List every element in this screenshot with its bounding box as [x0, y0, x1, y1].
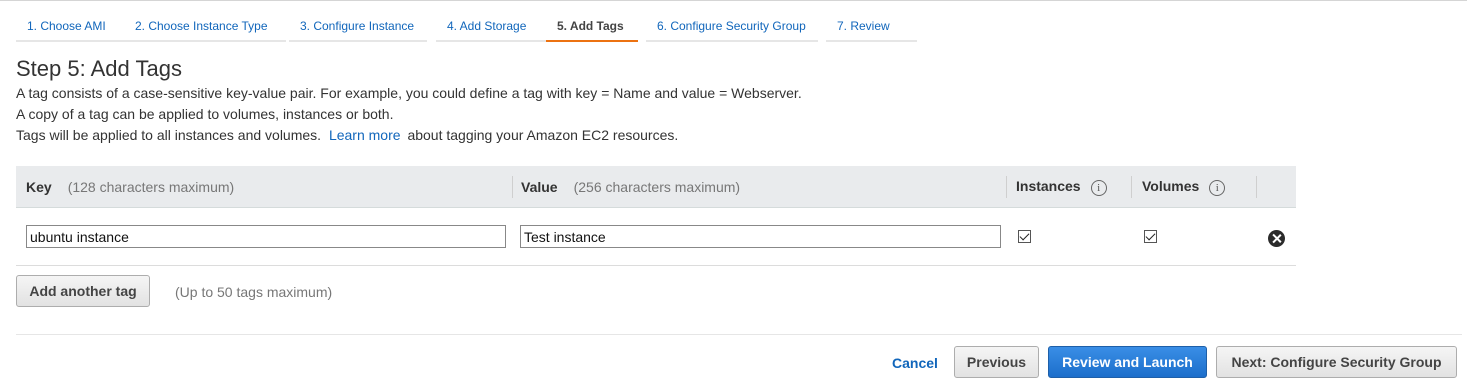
- footer-divider: [16, 334, 1462, 335]
- instances-header-label: Instances: [1016, 178, 1081, 194]
- info-icon[interactable]: i: [1209, 180, 1226, 196]
- description-line-1: A tag consists of a case-sensitive key-v…: [16, 85, 802, 101]
- tab-configure-security-group[interactable]: 6. Configure Security Group: [646, 14, 818, 42]
- description-line-3: Tags will be applied to all instances an…: [16, 127, 678, 143]
- tab-review[interactable]: 7. Review: [826, 14, 917, 42]
- column-separator: [512, 176, 513, 198]
- description-line-3-suffix: about tagging your Amazon EC2 resources.: [407, 127, 679, 143]
- add-another-tag-button[interactable]: Add another tag: [16, 275, 150, 307]
- tab-add-tags[interactable]: 5. Add Tags: [546, 14, 638, 42]
- cancel-link[interactable]: Cancel: [892, 355, 938, 371]
- tag-value-input[interactable]: [520, 225, 1001, 248]
- add-tag-hint: (Up to 50 tags maximum): [175, 284, 333, 300]
- value-header-label: Value: [521, 179, 558, 195]
- instances-checkbox[interactable]: [1018, 230, 1031, 243]
- tab-choose-instance-type[interactable]: 2. Choose Instance Type: [124, 14, 286, 42]
- review-and-launch-button[interactable]: Review and Launch: [1048, 346, 1207, 378]
- column-separator: [1256, 176, 1257, 198]
- tab-add-storage[interactable]: 4. Add Storage: [436, 14, 554, 42]
- description-line-3-prefix: Tags will be applied to all instances an…: [16, 127, 322, 143]
- value-column-header: Value (256 characters maximum): [521, 166, 740, 208]
- volumes-header-label: Volumes: [1142, 178, 1200, 194]
- next-configure-security-group-button[interactable]: Next: Configure Security Group: [1216, 346, 1457, 378]
- learn-more-link[interactable]: Learn more: [329, 127, 401, 143]
- volumes-column-header: Volumes i: [1142, 166, 1226, 208]
- previous-button[interactable]: Previous: [954, 346, 1039, 378]
- key-header-label: Key: [26, 179, 52, 195]
- top-border: [0, 0, 1467, 1]
- table-row: [16, 208, 1296, 266]
- key-header-hint: (128 characters maximum): [67, 179, 235, 195]
- info-icon[interactable]: i: [1090, 180, 1107, 196]
- instances-column-header: Instances i: [1016, 166, 1107, 208]
- remove-tag-icon[interactable]: [1268, 230, 1285, 247]
- tab-choose-ami[interactable]: 1. Choose AMI: [16, 14, 124, 42]
- description-line-2: A copy of a tag can be applied to volume…: [16, 106, 394, 122]
- tags-table-header: Key (128 characters maximum) Value (256 ch…: [16, 166, 1296, 208]
- tab-configure-instance[interactable]: 3. Configure Instance: [289, 14, 427, 42]
- column-separator: [1131, 176, 1132, 198]
- page-title: Step 5: Add Tags: [16, 56, 182, 81]
- value-header-hint: (256 characters maximum): [573, 179, 741, 195]
- column-separator: [1006, 176, 1007, 198]
- volumes-checkbox[interactable]: [1144, 230, 1157, 243]
- key-column-header: Key (128 characters maximum): [26, 166, 234, 208]
- tag-key-input[interactable]: [26, 225, 506, 248]
